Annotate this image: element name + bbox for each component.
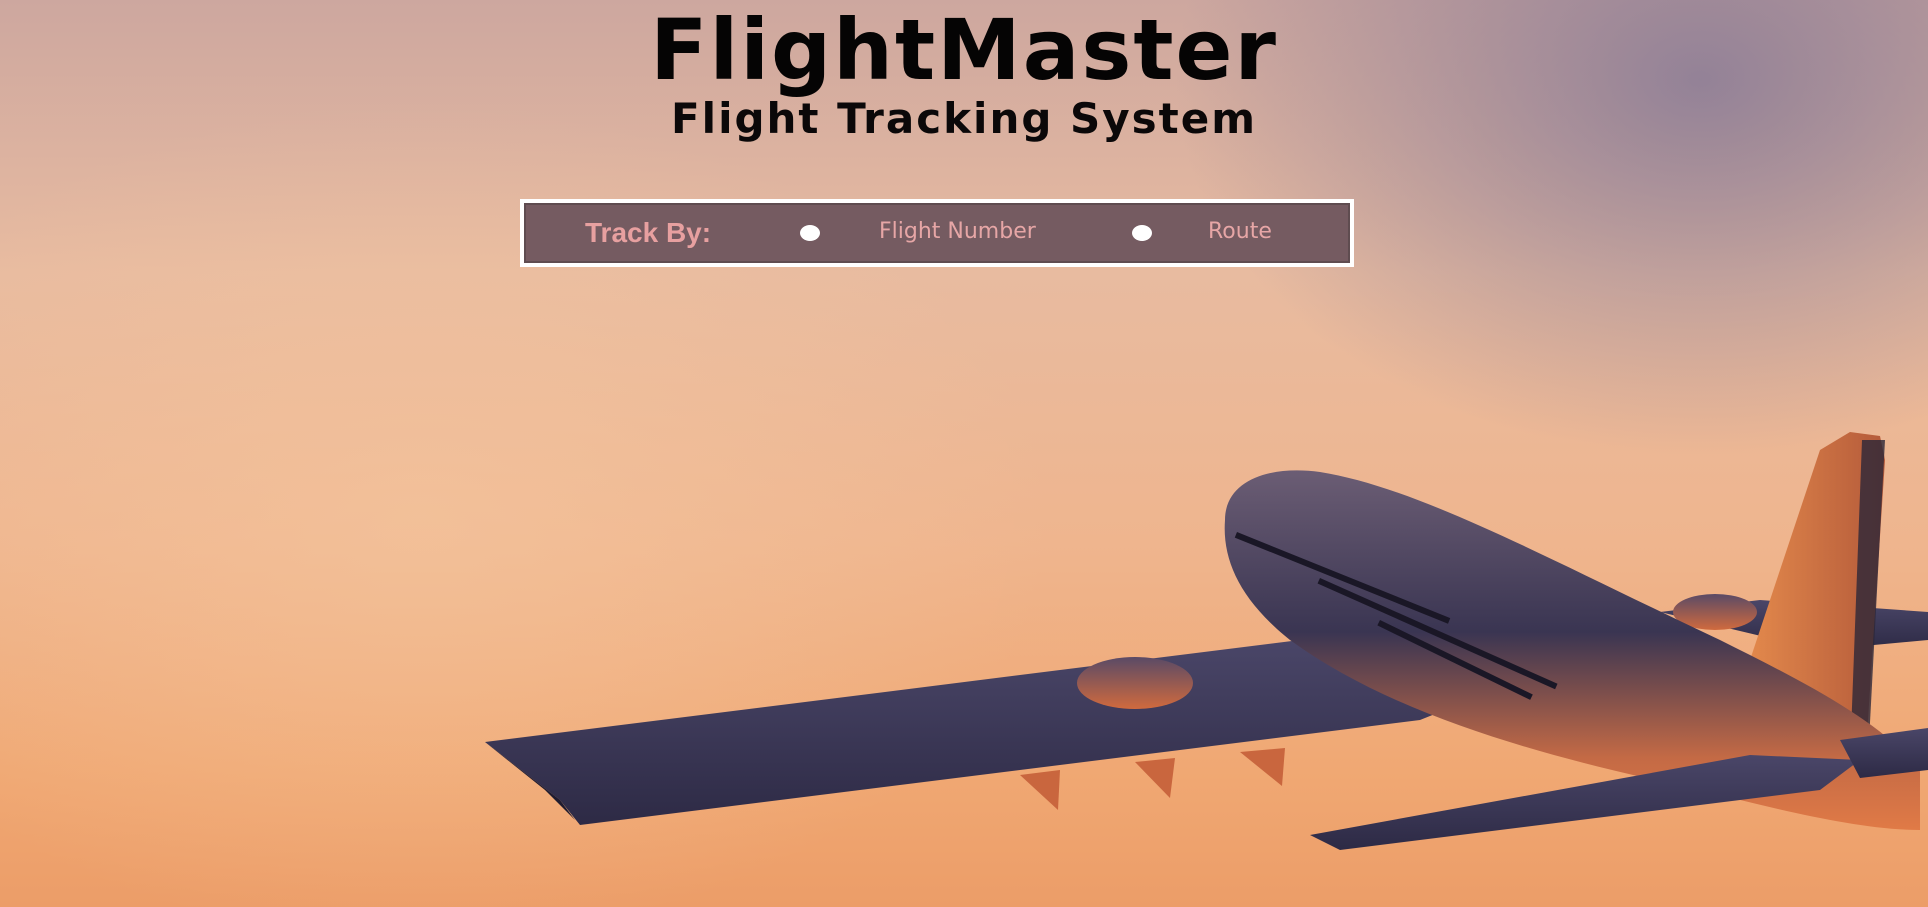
flight-number-radio[interactable]	[800, 225, 820, 241]
route-label[interactable]: Route	[1208, 217, 1272, 247]
route-radio[interactable]	[1132, 225, 1152, 241]
app-title: FlightMaster	[650, 1, 1278, 99]
track-by-panel: Track By: Flight Number Route	[520, 199, 1354, 267]
app-subtitle: Flight Tracking System	[670, 94, 1257, 143]
flight-number-label[interactable]: Flight Number	[879, 217, 1036, 247]
track-by-label: Track By:	[585, 217, 712, 248]
